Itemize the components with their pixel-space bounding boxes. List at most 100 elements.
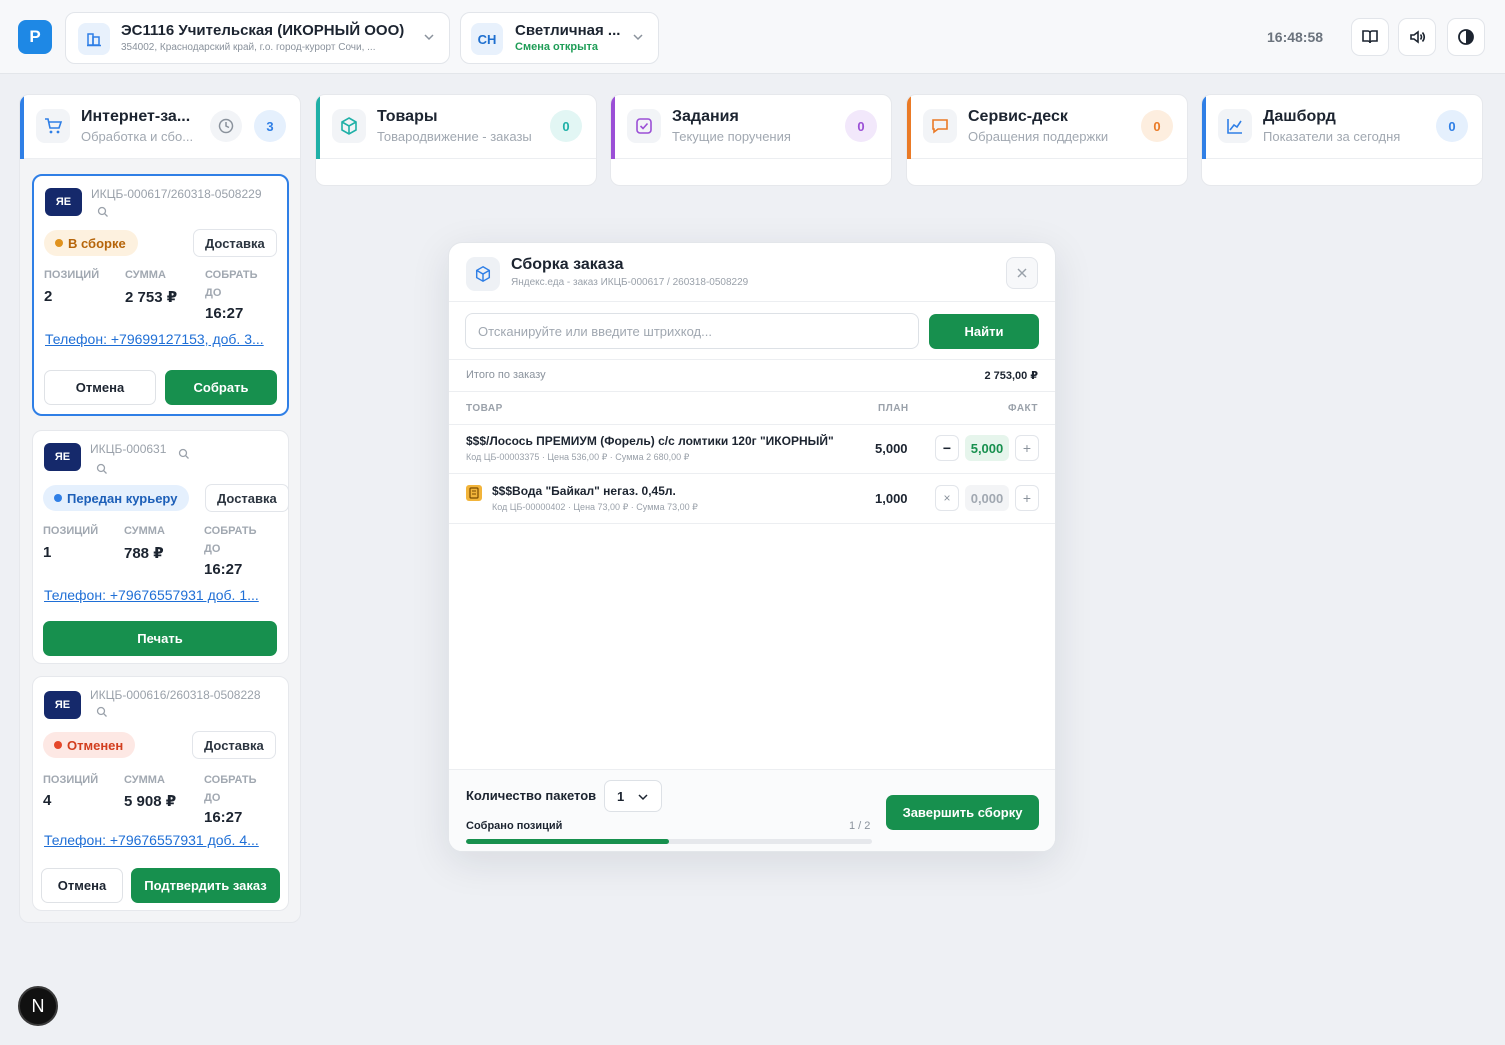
clock: 16:48:58	[1267, 29, 1324, 45]
decrement-button[interactable]: −	[935, 435, 959, 461]
item-fact[interactable]: 5,000	[965, 435, 1009, 461]
yandex-eda-badge: ЯЕ	[45, 188, 82, 216]
order-card[interactable]: ЯЕ ИКЦБ-000616/260318-0508228 Отменен До…	[32, 676, 289, 911]
phone-link[interactable]: Телефон: +79676557931 доб. 1...	[44, 587, 278, 603]
yandex-eda-badge: ЯЕ	[44, 691, 81, 719]
column-plan: ПЛАН	[878, 403, 909, 414]
positions-label: ПОЗИЦИЙ	[43, 774, 99, 786]
box-icon	[332, 109, 366, 143]
chevron-down-icon	[424, 34, 434, 41]
column-product: ТОВАР	[466, 403, 503, 414]
tile-header[interactable]: Интернет-за... Обработка и сбо... 3	[20, 95, 300, 159]
order-number: ИКЦБ-000616/260318-0508228	[90, 688, 261, 702]
box-icon	[466, 257, 500, 291]
order-number: ИКЦБ-000631	[90, 442, 167, 456]
building-icon	[78, 23, 110, 55]
collect-by-label: СОБРАТЬ ДО	[205, 269, 258, 299]
chevron-down-icon	[633, 34, 643, 41]
collect-button[interactable]: Собрать	[165, 370, 277, 405]
tile-count: 0	[1436, 110, 1468, 142]
search-icon[interactable]	[96, 463, 108, 475]
store-name: ЭС1116 Учительская (ИКОРНЫЙ ООО)	[121, 22, 405, 39]
status-badge: Передан курьеру	[43, 485, 190, 511]
print-button[interactable]: Печать	[43, 621, 277, 656]
item-fact[interactable]: 0,000	[965, 485, 1009, 511]
packages-label: Количество пакетов	[466, 788, 597, 803]
user-selector[interactable]: СН Светличная ... Смена открыта	[460, 12, 659, 64]
collect-by-time: 16:27	[204, 561, 243, 578]
cancel-button[interactable]: Отмена	[44, 370, 156, 405]
top-bar: P ЭС1116 Учительская (ИКОРНЫЙ ООО) 35400…	[0, 0, 1505, 74]
search-icon[interactable]	[178, 448, 190, 460]
tile-service-desk[interactable]: Сервис-деск Обращения поддержки 0	[906, 94, 1188, 186]
confirm-order-button[interactable]: Подтвердить заказ	[131, 868, 280, 903]
sum-label: СУММА	[125, 269, 166, 281]
search-icon[interactable]	[97, 206, 109, 218]
store-address: 354002, Краснодарский край, г.о. город-к…	[121, 42, 376, 53]
app-logo[interactable]: P	[18, 20, 52, 54]
tile-subtitle: Обработка и сбо...	[81, 129, 194, 144]
increment-button[interactable]: +	[1015, 435, 1039, 461]
collect-by-label: СОБРАТЬ ДО	[204, 774, 257, 804]
increment-button[interactable]: +	[1015, 485, 1039, 511]
status-badge: В сборке	[44, 230, 138, 256]
assembly-modal: Сборка заказа Яндекс.еда - заказ ИКЦБ-00…	[448, 242, 1056, 852]
phone-link[interactable]: Телефон: +79676557931 доб. 4...	[44, 832, 278, 848]
find-button[interactable]: Найти	[929, 314, 1039, 349]
collected-label: Собрано позиций	[466, 820, 563, 832]
chevron-down-icon	[638, 794, 648, 801]
modal-title: Сборка заказа	[511, 256, 624, 273]
order-card[interactable]: ЯЕ ИКЦБ-000631 Передан курьеру Доставка …	[32, 430, 289, 664]
sound-button[interactable]	[1398, 18, 1436, 56]
sum-value: 788 ₽	[124, 545, 164, 562]
order-card[interactable]: ЯЕ ИКЦБ-000617/260318-0508229 В сборке Д…	[32, 174, 289, 416]
tile-subtitle: Товародвижение - заказы	[377, 129, 532, 144]
item-plan: 1,000	[875, 491, 908, 506]
sum-value: 2 753 ₽	[125, 289, 178, 306]
task-check-icon	[627, 109, 661, 143]
tile-title: Интернет-за...	[81, 108, 191, 125]
book-icon	[1362, 30, 1378, 44]
cart-icon	[36, 109, 70, 143]
theme-toggle-button[interactable]	[1447, 18, 1485, 56]
finish-assembly-button[interactable]: Завершить сборку	[886, 795, 1039, 830]
tile-subtitle: Показатели за сегодня	[1263, 129, 1401, 144]
sum-label: СУММА	[124, 525, 165, 537]
packages-select[interactable]: 1	[604, 780, 662, 812]
sum-label: СУММА	[124, 774, 165, 786]
sum-value: 5 908 ₽	[124, 793, 177, 810]
user-name: Светличная ...	[515, 22, 621, 39]
remove-button[interactable]: ×	[935, 485, 959, 511]
item-meta: Код ЦБ-00003375 · Цена 536,00 ₽ · Сумма …	[466, 452, 690, 462]
collected-progress-bar	[466, 839, 872, 844]
delivery-badge: Доставка	[205, 484, 289, 512]
search-icon[interactable]	[96, 706, 108, 718]
close-button[interactable]	[1006, 257, 1038, 289]
order-total-value: 2 753,00 ₽	[984, 370, 1038, 382]
packages-value: 1	[617, 789, 625, 804]
book-button[interactable]	[1351, 18, 1389, 56]
chart-line-icon	[1218, 109, 1252, 143]
speaker-icon	[1410, 30, 1426, 44]
tile-count: 0	[1141, 110, 1173, 142]
tile-title: Задания	[672, 108, 739, 125]
item-plan: 5,000	[875, 441, 908, 456]
order-number: ИКЦБ-000617/260318-0508229	[91, 187, 262, 201]
delivery-badge: Доставка	[192, 731, 276, 759]
tile-goods[interactable]: Товары Товародвижение - заказы 0	[315, 94, 597, 186]
positions-value: 4	[43, 792, 52, 809]
tile-dashboard[interactable]: Дашборд Показатели за сегодня 0	[1201, 94, 1483, 186]
store-selector[interactable]: ЭС1116 Учительская (ИКОРНЫЙ ООО) 354002,…	[65, 12, 450, 64]
positions-value: 2	[44, 288, 53, 305]
item-name: $$$/Лосось ПРЕМИУМ (Форель) с/с ломтики …	[466, 434, 834, 448]
barcode-input[interactable]	[465, 313, 919, 349]
phone-link[interactable]: Телефон: +79699127153, доб. 3...	[45, 331, 279, 347]
order-total-label: Итого по заказу	[466, 369, 546, 381]
tile-tasks[interactable]: Задания Текущие поручения 0	[610, 94, 892, 186]
next-dev-button[interactable]: N	[18, 986, 58, 1026]
cancel-button[interactable]: Отмена	[41, 868, 123, 903]
modal-footer: Количество пакетов 1 Собрано позиций 1 /…	[449, 769, 1055, 851]
product-thumbnail-icon	[466, 485, 482, 501]
history-button[interactable]	[210, 110, 242, 142]
item-name: $$$Вода "Байкал" негаз. 0,45л.	[492, 484, 676, 498]
